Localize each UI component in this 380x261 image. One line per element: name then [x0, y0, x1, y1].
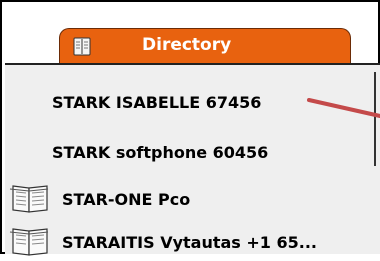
- book-icon: [73, 37, 91, 56]
- list-item[interactable]: STARK softphone 60456: [5, 133, 380, 171]
- directory-list: STARK ISABELLE 67456 STARK softphone 604…: [5, 63, 380, 256]
- list-item[interactable]: STARK ISABELLE 67456: [5, 83, 380, 121]
- list-item-label: STARK ISABELLE 67456: [52, 93, 262, 112]
- list-item[interactable]: STAR-ONE Pco: [5, 180, 380, 218]
- tab-directory-label: Directory: [142, 35, 232, 55]
- panel-divider: [374, 72, 380, 166]
- book-icon: [9, 185, 49, 213]
- list-item-label: STAR-ONE Pco: [62, 190, 191, 209]
- list-item-label: STARAITIS Vytautas +1 65...: [62, 233, 317, 252]
- list-item-label: STARK softphone 60456: [52, 143, 269, 162]
- tab-directory[interactable]: Directory: [59, 28, 351, 64]
- window-frame: Directory STARK ISABELLE 67456 STARK sof…: [0, 0, 380, 256]
- list-item[interactable]: STARAITIS Vytautas +1 65...: [5, 223, 380, 261]
